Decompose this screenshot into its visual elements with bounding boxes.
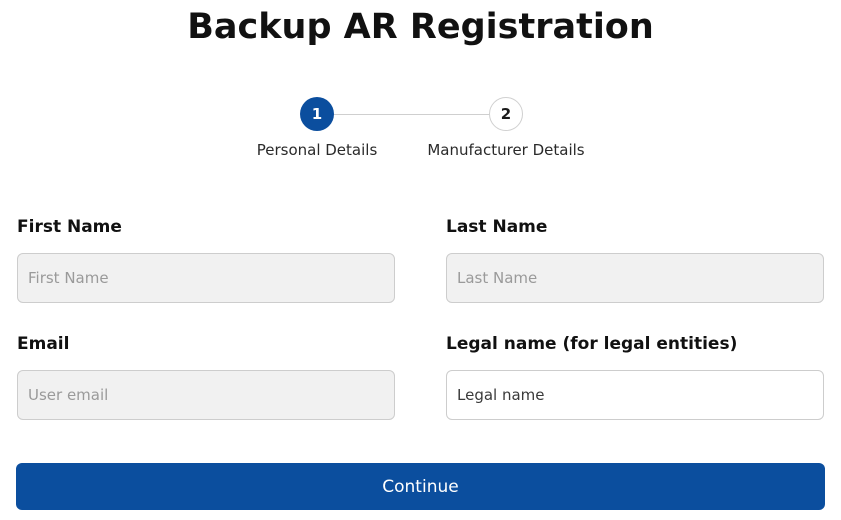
last-name-input[interactable] [446, 253, 824, 303]
last-name-label: Last Name [446, 217, 548, 237]
step-personal-details: 1 Personal Details [217, 97, 417, 160]
step-1-indicator: 1 [300, 97, 334, 131]
legal-name-label: Legal name (for legal entities) [446, 334, 738, 354]
email-field-group: Email [17, 333, 395, 420]
first-name-input[interactable] [17, 253, 395, 303]
step-1-label: Personal Details [256, 141, 378, 159]
email-label: Email [17, 334, 70, 354]
registration-stepper: 1 Personal Details 2 Manufacturer Detail… [0, 97, 841, 167]
legal-name-field-group: Legal name (for legal entities) [446, 333, 824, 420]
step-2-label: Manufacturer Details [427, 141, 585, 159]
step-2-indicator: 2 [489, 97, 523, 131]
continue-button[interactable]: Continue [16, 463, 825, 510]
page-title: Backup AR Registration [187, 7, 654, 47]
email-input[interactable] [17, 370, 395, 420]
legal-name-input[interactable] [446, 370, 824, 420]
first-name-field-group: First Name [17, 216, 395, 303]
last-name-field-group: Last Name [446, 216, 824, 303]
first-name-label: First Name [17, 217, 122, 237]
step-manufacturer-details: 2 Manufacturer Details [406, 97, 606, 160]
